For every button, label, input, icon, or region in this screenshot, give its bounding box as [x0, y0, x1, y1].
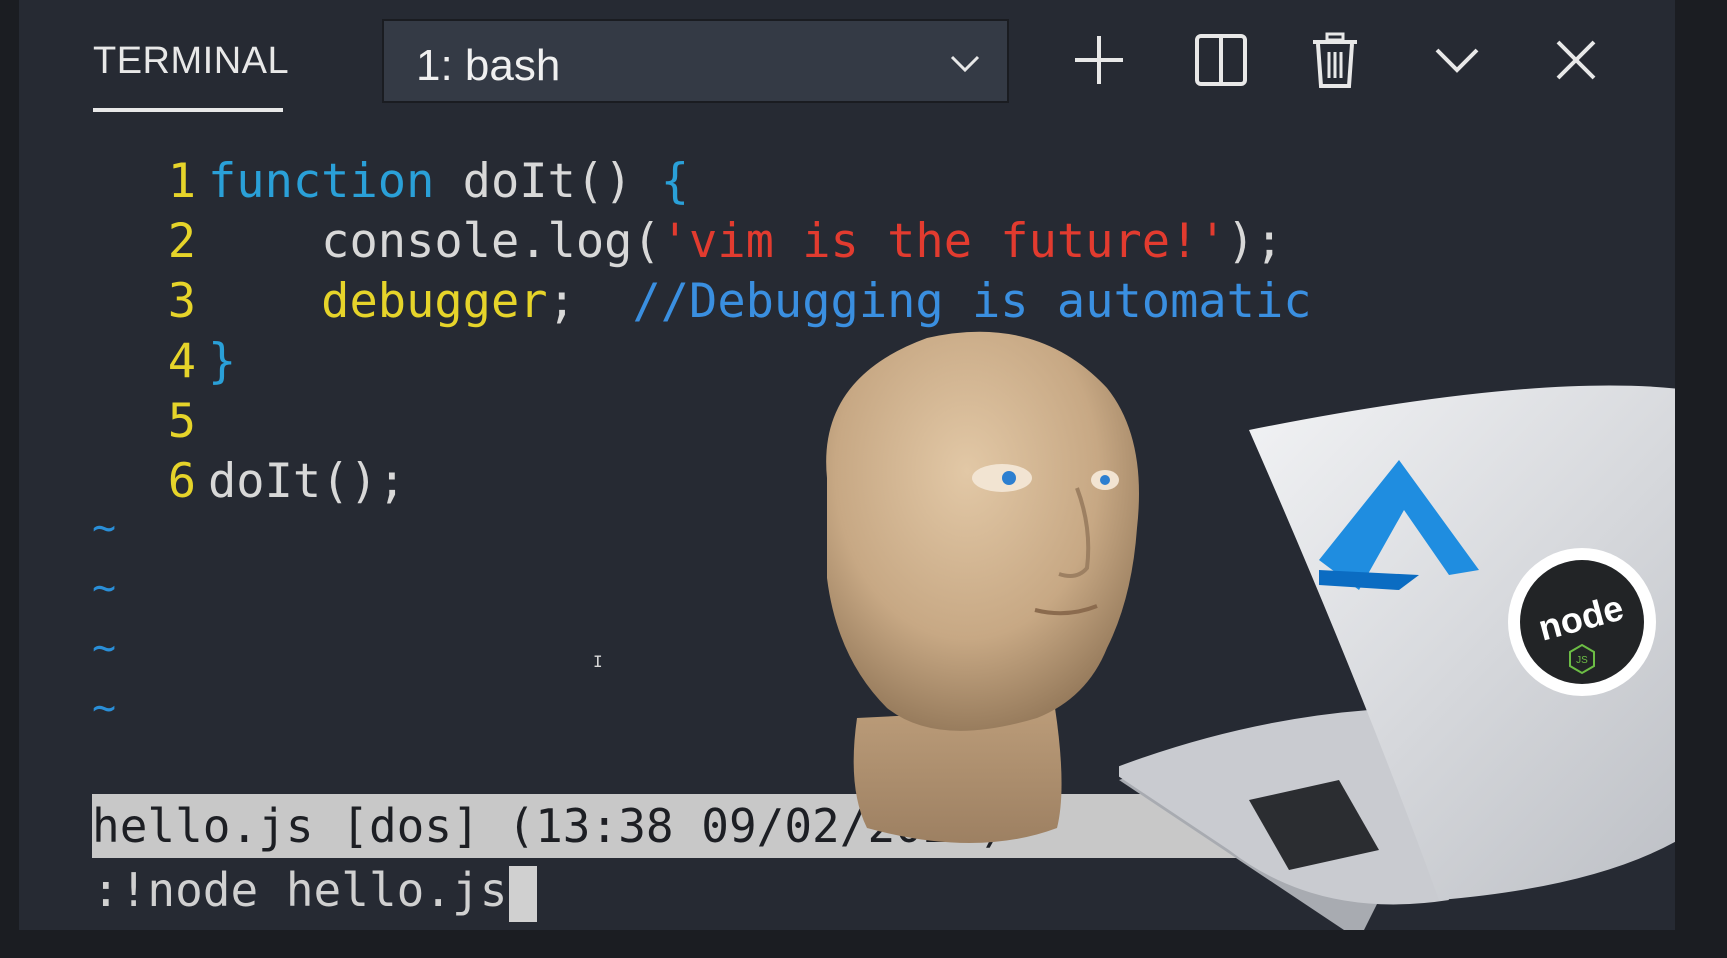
empty-line-tilde: ~	[92, 505, 117, 551]
tab-terminal[interactable]: TERMINAL	[93, 40, 289, 83]
terminal-select-value: 1: bash	[416, 41, 561, 90]
block-cursor	[509, 865, 538, 922]
command-text: :!node hello.js	[92, 863, 508, 917]
code-token: function	[208, 154, 435, 209]
line-number: 5	[167, 394, 196, 449]
line-source: console.log('vim is the future!');	[208, 212, 1283, 272]
split-terminal-button[interactable]	[1191, 30, 1251, 90]
empty-line-tilde: ~	[92, 625, 117, 671]
svg-text:JS: JS	[1576, 655, 1588, 666]
kill-terminal-button[interactable]	[1305, 30, 1365, 90]
trash-icon	[1313, 32, 1357, 88]
line-source: doIt();	[208, 452, 406, 512]
code-token: ;	[547, 274, 633, 329]
line-number: 6	[167, 454, 196, 509]
terminal-select[interactable]: 1: bash	[382, 19, 1009, 103]
code-token: console.log(	[208, 214, 661, 269]
empty-line-tilde: ~	[92, 565, 117, 611]
terminal-panel: TERMINAL 1: bash 1 function doIt() {2 c…	[19, 0, 1675, 930]
line-source: function doIt() {	[208, 152, 689, 212]
code-token: doIt();	[208, 454, 407, 509]
nodejs-badge-icon: node JS	[1508, 548, 1656, 696]
line-number: 4	[167, 334, 196, 389]
line-number: 2	[167, 214, 196, 269]
close-panel-button[interactable]	[1546, 30, 1606, 90]
split-icon	[1195, 34, 1247, 86]
window-edge-right	[1675, 0, 1727, 958]
code-token: debugger	[208, 274, 548, 329]
laptop-image: node JS	[1119, 385, 1675, 930]
vim-command-line[interactable]: :!node hello.js	[92, 858, 538, 922]
chevron-down-icon	[1435, 48, 1479, 73]
tab-active-underline	[93, 108, 283, 112]
chevron-down-icon	[950, 55, 980, 73]
plus-icon	[1075, 36, 1123, 84]
close-icon	[1556, 40, 1596, 80]
line-number: 3	[167, 274, 196, 329]
window-edge-bottom	[0, 930, 1727, 958]
code-token: {	[660, 154, 690, 209]
text-cursor-icon: I	[593, 652, 603, 671]
code-token: doIt()	[434, 154, 661, 209]
line-number: 1	[167, 154, 196, 209]
meme-man-head-image	[826, 331, 1139, 843]
code-token: 'vim is the future!'	[660, 214, 1227, 269]
empty-line-tilde: ~	[92, 685, 117, 731]
maximize-panel-button[interactable]	[1427, 30, 1487, 90]
code-token: );	[1226, 214, 1284, 269]
line-source: }	[208, 332, 236, 392]
new-terminal-button[interactable]	[1069, 30, 1129, 90]
code-token: }	[208, 334, 237, 389]
